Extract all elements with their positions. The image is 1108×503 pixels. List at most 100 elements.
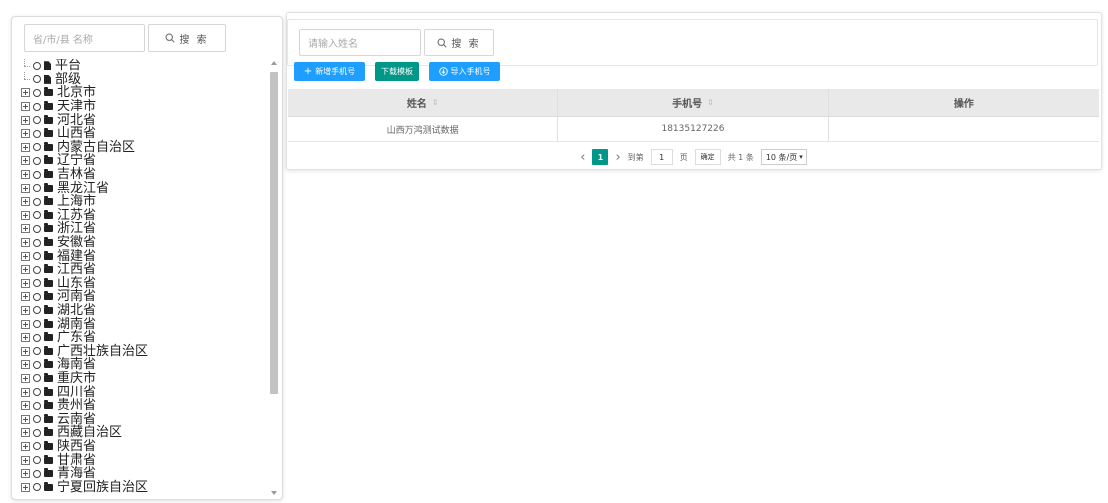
column-header-name[interactable]: 姓名 ⇕: [288, 89, 559, 117]
tree-node-label[interactable]: 辽宁省: [57, 154, 96, 167]
radio-button[interactable]: [33, 401, 41, 410]
tree-node[interactable]: 黑龙江省: [20, 181, 272, 195]
radio-button[interactable]: [33, 170, 41, 179]
tree-node[interactable]: 平台: [20, 59, 272, 73]
tree-node[interactable]: 海南省: [20, 358, 272, 372]
radio-button[interactable]: [33, 184, 41, 193]
add-phone-button[interactable]: + 新增手机号: [294, 62, 365, 81]
radio-button[interactable]: [33, 428, 41, 437]
radio-button[interactable]: [33, 333, 41, 342]
radio-button[interactable]: [33, 224, 41, 233]
tree-node[interactable]: 江西省: [20, 263, 272, 277]
tree-node[interactable]: 宁夏回族自治区: [20, 480, 272, 494]
tree-node-label[interactable]: 广西壮族自治区: [57, 345, 148, 358]
tree-node-label[interactable]: 河南省: [57, 290, 96, 303]
expand-plus-icon[interactable]: [20, 115, 30, 125]
tree-node[interactable]: 上海市: [20, 195, 272, 209]
tree-node-label[interactable]: 湖南省: [57, 318, 96, 331]
radio-button[interactable]: [33, 197, 41, 206]
tree-node-label[interactable]: 贵州省: [57, 399, 96, 412]
tree-node-label[interactable]: 甘肃省: [57, 454, 96, 467]
expand-plus-icon[interactable]: [20, 455, 30, 465]
tree-node[interactable]: 福建省: [20, 249, 272, 263]
tree-node-label[interactable]: 部级: [55, 73, 81, 86]
tree-node-label[interactable]: 黑龙江省: [57, 182, 109, 195]
scroll-up-arrow-icon[interactable]: [270, 59, 278, 67]
expand-plus-icon[interactable]: [20, 102, 30, 112]
radio-button[interactable]: [33, 143, 41, 152]
tree-node[interactable]: 湖南省: [20, 317, 272, 331]
tree-node[interactable]: 山西省: [20, 127, 272, 141]
radio-button[interactable]: [33, 238, 41, 247]
radio-button[interactable]: [33, 61, 41, 70]
tree-node-label[interactable]: 海南省: [57, 358, 96, 371]
radio-button[interactable]: [33, 116, 41, 125]
expand-plus-icon[interactable]: [20, 319, 30, 329]
radio-button[interactable]: [33, 388, 41, 397]
tree-node-label[interactable]: 西藏自治区: [57, 426, 122, 439]
expand-plus-icon[interactable]: [20, 346, 30, 356]
table-row[interactable]: 山西万鸿测试数据 18135127226: [288, 117, 1099, 142]
expand-plus-icon[interactable]: [20, 278, 30, 288]
expand-plus-icon[interactable]: [20, 441, 30, 451]
tree-node[interactable]: 陕西省: [20, 440, 272, 454]
tree-node[interactable]: 湖北省: [20, 304, 272, 318]
tree-node-label[interactable]: 河北省: [57, 114, 96, 127]
expand-plus-icon[interactable]: [20, 238, 30, 248]
tree-node[interactable]: 河北省: [20, 113, 272, 127]
sort-icon[interactable]: ⇕: [432, 98, 439, 107]
tree-node-label[interactable]: 宁夏回族自治区: [57, 481, 148, 494]
radio-button[interactable]: [33, 292, 41, 301]
page-size-select[interactable]: 10 条/页 ▾: [760, 149, 807, 165]
tree-node-label[interactable]: 安徽省: [57, 236, 96, 249]
expand-plus-icon[interactable]: [20, 401, 30, 411]
tree-node[interactable]: 安徽省: [20, 236, 272, 250]
radio-button[interactable]: [33, 483, 41, 492]
column-header-phone[interactable]: 手机号 ⇕: [558, 89, 829, 117]
goto-page-input[interactable]: 1: [650, 149, 673, 165]
radio-button[interactable]: [33, 469, 41, 478]
tree-node[interactable]: 浙江省: [20, 222, 272, 236]
expand-plus-icon[interactable]: [20, 482, 30, 492]
radio-button[interactable]: [33, 456, 41, 465]
expand-plus-icon[interactable]: [20, 170, 30, 180]
tree-scrollbar[interactable]: [270, 59, 278, 497]
expand-plus-icon[interactable]: [20, 156, 30, 166]
tree-node[interactable]: 广东省: [20, 331, 272, 345]
sort-icon[interactable]: ⇕: [707, 98, 714, 107]
radio-button[interactable]: [33, 88, 41, 97]
radio-button[interactable]: [33, 211, 41, 220]
next-page-icon[interactable]: ›: [615, 151, 620, 164]
tree-node[interactable]: 吉林省: [20, 168, 272, 182]
name-search-input[interactable]: 请输入姓名: [299, 29, 421, 56]
radio-button[interactable]: [33, 306, 41, 315]
expand-plus-icon[interactable]: [20, 428, 30, 438]
tree-node[interactable]: 四川省: [20, 385, 272, 399]
tree-node[interactable]: 辽宁省: [20, 154, 272, 168]
tree-node[interactable]: 西藏自治区: [20, 426, 272, 440]
tree-node-label[interactable]: 天津市: [57, 100, 96, 113]
tree-node-label[interactable]: 江西省: [57, 263, 96, 276]
expand-plus-icon[interactable]: [20, 129, 30, 139]
tree-node-label[interactable]: 江苏省: [57, 209, 96, 222]
radio-button[interactable]: [33, 252, 41, 261]
tree-node-label[interactable]: 浙江省: [57, 222, 96, 235]
scroll-down-arrow-icon[interactable]: [270, 489, 278, 497]
tree-node-label[interactable]: 吉林省: [57, 168, 96, 181]
expand-plus-icon[interactable]: [20, 333, 30, 343]
expand-plus-icon[interactable]: [20, 224, 30, 234]
expand-plus-icon[interactable]: [20, 360, 30, 370]
tree-node-label[interactable]: 重庆市: [57, 372, 96, 385]
expand-plus-icon[interactable]: [20, 387, 30, 397]
radio-button[interactable]: [33, 415, 41, 424]
tree-node-label[interactable]: 上海市: [57, 195, 96, 208]
expand-plus-icon[interactable]: [20, 373, 30, 383]
tree-node-label[interactable]: 内蒙古自治区: [57, 141, 135, 154]
tree-node-label[interactable]: 四川省: [57, 386, 96, 399]
scrollbar-thumb[interactable]: [270, 72, 278, 394]
expand-plus-icon[interactable]: [20, 197, 30, 207]
import-phone-button[interactable]: 导入手机号: [429, 62, 500, 81]
tree-node[interactable]: 青海省: [20, 467, 272, 481]
tree-node-label[interactable]: 陕西省: [57, 440, 96, 453]
expand-plus-icon[interactable]: [20, 265, 30, 275]
